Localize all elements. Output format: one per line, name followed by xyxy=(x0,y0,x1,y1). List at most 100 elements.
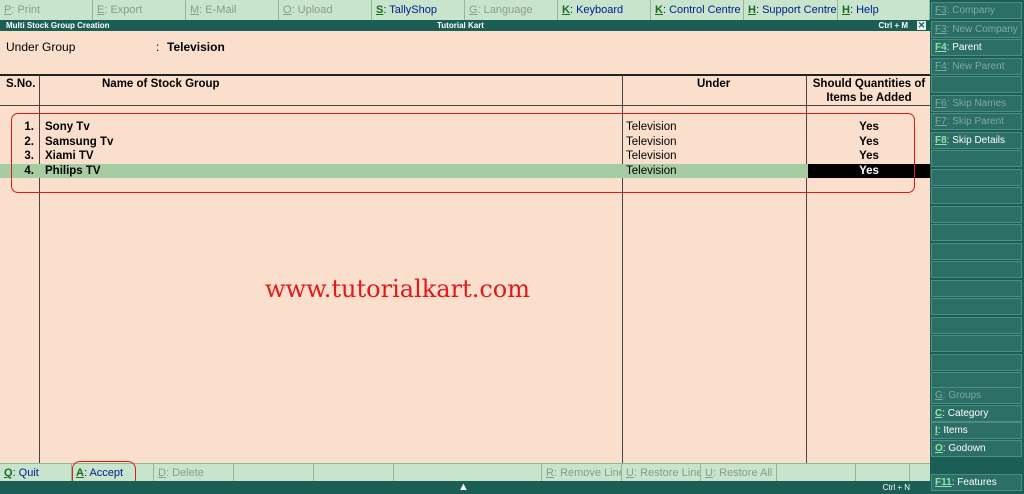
table-top-rule xyxy=(0,74,930,76)
footer-strip: ▲ Ctrl + N xyxy=(0,481,930,494)
bottom-button-10 xyxy=(856,464,910,482)
menu-label: : Control Centre xyxy=(662,4,741,16)
button-key: F8 xyxy=(935,134,947,146)
header-qty-line1: Should Quantities of xyxy=(812,78,926,90)
right-button-lower-3[interactable]: O: Godown xyxy=(931,439,1022,457)
rows-highlight-box xyxy=(11,113,915,193)
under-group-value[interactable]: Television xyxy=(167,40,225,54)
button-label: : Parent xyxy=(946,42,982,53)
button-key: F6 xyxy=(935,97,947,109)
menu-item-5[interactable]: G: Language xyxy=(465,0,558,20)
button-label: : Quit xyxy=(12,467,39,479)
right-button-4 xyxy=(931,76,1022,93)
button-key: F3 xyxy=(935,23,947,35)
menu-item-0[interactable]: P: Print xyxy=(0,0,93,20)
menu-label: : TallyShop xyxy=(383,4,437,16)
bottom-button-0[interactable]: Q: Quit xyxy=(0,464,72,482)
button-key: O xyxy=(935,442,943,454)
button-key: U xyxy=(705,467,713,479)
right-button-empty xyxy=(931,150,1022,167)
right-button-empty xyxy=(931,298,1022,315)
button-label: : Delete xyxy=(165,467,204,479)
button-label: : Skip Details xyxy=(946,134,1006,146)
right-button-lower-0[interactable]: G: Groups xyxy=(931,387,1022,404)
menu-item-2[interactable]: M: E-Mail xyxy=(186,0,279,20)
button-label: : Items xyxy=(937,425,968,436)
right-button-7[interactable]: F8: Skip Details xyxy=(931,131,1022,149)
right-button-empty xyxy=(931,242,1022,260)
menu-key: G xyxy=(469,4,478,16)
menu-key: M xyxy=(190,4,200,16)
bottom-button-6[interactable]: R: Remove Line xyxy=(542,464,622,482)
button-key: G xyxy=(935,390,943,401)
menu-item-4[interactable]: S: TallyShop xyxy=(372,0,465,20)
right-button-empty xyxy=(931,353,1022,371)
button-label: : Skip Parent xyxy=(946,116,1004,127)
bottom-button-7[interactable]: U: Restore Line xyxy=(622,464,701,482)
button-label: : Skip Names xyxy=(946,97,1007,109)
right-button-empty xyxy=(931,335,1022,352)
right-button-5[interactable]: F6: Skip Names xyxy=(931,94,1022,112)
button-label: : New Company xyxy=(946,23,1018,35)
menu-label: : Export xyxy=(104,4,143,16)
right-button-empty xyxy=(931,261,1022,278)
button-key: F3 xyxy=(935,5,947,16)
bottom-button-9 xyxy=(777,464,856,482)
top-menu-bar: P: Print E: Export M: E-Mail O: Upload S: Ta… xyxy=(0,0,930,21)
menu-item-1[interactable]: E: Export xyxy=(93,0,186,20)
button-key: R xyxy=(546,467,554,479)
footer-shortcut: Ctrl + N xyxy=(882,483,910,492)
menu-item-3[interactable]: O: Upload xyxy=(279,0,372,20)
right-button-empty xyxy=(931,187,1022,204)
bottom-button-bar: Q: Quit A: Accept D: Delete R: Remove Line U… xyxy=(0,463,930,482)
button-key: U xyxy=(626,467,634,479)
right-button-1[interactable]: F3: New Company xyxy=(931,20,1022,38)
button-label: : Category xyxy=(942,407,989,419)
menu-item-8[interactable]: H: Support Centre xyxy=(744,0,838,20)
bottom-button-2[interactable]: D: Delete xyxy=(154,464,234,482)
right-button-lower-1[interactable]: C: Category xyxy=(931,404,1022,422)
company-title: Tutorial Kart xyxy=(437,21,484,30)
right-button-0[interactable]: F3: Company xyxy=(931,2,1022,19)
bottom-button-8[interactable]: U: Restore All xyxy=(701,464,777,482)
right-button-6[interactable]: F7: Skip Parent xyxy=(931,113,1022,130)
watermark: www.tutorialkart.com xyxy=(265,275,530,303)
button-label: : Groups xyxy=(942,390,982,401)
menu-label: : Print xyxy=(11,4,41,16)
header-rule xyxy=(0,105,930,106)
right-button-2[interactable]: F4: Parent xyxy=(931,39,1022,56)
menu-item-6[interactable]: K: Keyboard xyxy=(558,0,651,20)
under-group-label: Under Group xyxy=(6,40,76,54)
button-key: Q xyxy=(4,467,13,479)
button-label: : Company xyxy=(946,5,996,16)
right-button-lower-2[interactable]: I: Items xyxy=(931,422,1022,439)
menu-key: H xyxy=(748,4,756,16)
menu-label: : Help xyxy=(849,4,879,16)
main-content: Under Group : Television S.No. Name of S… xyxy=(0,31,930,463)
header-sno: S.No. xyxy=(6,78,36,90)
title-shortcut: Ctrl + M xyxy=(878,21,908,30)
close-icon[interactable]: ✕ xyxy=(917,21,926,30)
button-label: : New Parent xyxy=(946,60,1005,72)
button-key: D xyxy=(158,467,166,479)
right-button-empty xyxy=(931,224,1022,241)
right-button-3[interactable]: F4: New Parent xyxy=(931,57,1022,75)
menu-item-7[interactable]: K: Control Centre xyxy=(651,0,744,20)
right-button-panel: F3: Company F3: New Company F4: Parent F4: … xyxy=(930,0,1024,494)
menu-key: K xyxy=(562,4,570,16)
right-button-empty xyxy=(931,316,1022,334)
menu-label: : Keyboard xyxy=(569,4,624,16)
header-qty-line2: Items be Added xyxy=(826,92,912,104)
button-key: F11 xyxy=(935,477,952,488)
button-key: F4 xyxy=(935,42,947,53)
bottom-button-4 xyxy=(314,464,394,482)
features-button[interactable]: F11: Features xyxy=(931,474,1022,491)
title-bar: Multi Stock Group Creation Tutorial Kart… xyxy=(0,20,930,31)
button-key: F7 xyxy=(935,116,947,127)
button-label: : Restore Line xyxy=(633,467,701,479)
button-label: : Remove Line xyxy=(553,467,622,479)
menu-key: K xyxy=(655,4,663,16)
caret-up-icon[interactable]: ▲ xyxy=(458,481,469,494)
menu-item-9[interactable]: H: Help xyxy=(838,0,930,20)
menu-label: : E-Mail xyxy=(199,4,237,16)
